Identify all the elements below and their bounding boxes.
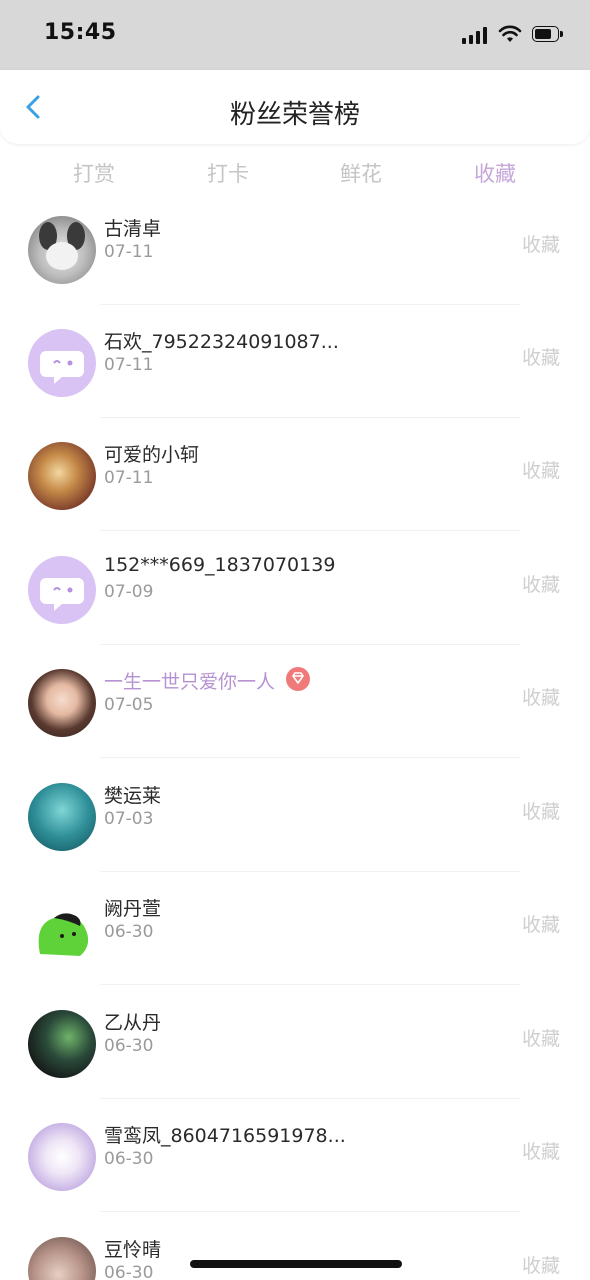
favorite-label: 收藏	[521, 1028, 560, 1050]
favorite-label: 收藏	[521, 914, 560, 936]
tab-reward[interactable]: 打赏	[34, 158, 154, 188]
avatar[interactable]	[28, 896, 96, 964]
user-name: 乙从丹	[104, 1012, 162, 1034]
avatar[interactable]	[28, 669, 96, 737]
list-item[interactable]: 乙从丹 06-30 收藏	[0, 986, 590, 1099]
divider	[100, 757, 520, 758]
cellular-signal-icon	[462, 26, 488, 44]
chat-bubble-icon	[40, 351, 84, 384]
list-item[interactable]: 雪鸾凤_8604716591978... 06-30 收藏	[0, 1099, 590, 1212]
tab-checkin[interactable]: 打卡	[168, 158, 288, 188]
list-item[interactable]: 古清卓 07-11 收藏	[0, 200, 590, 305]
fan-list: 古清卓 07-11 收藏 石欢_79522324091087... 07-11 …	[0, 200, 590, 1280]
avatar[interactable]	[28, 1237, 96, 1280]
avatar[interactable]	[28, 1123, 96, 1191]
list-item[interactable]: 152***669_1837070139 07-09 收藏	[0, 532, 590, 645]
divider	[100, 530, 520, 531]
home-indicator[interactable]	[190, 1260, 402, 1268]
favorite-label: 收藏	[521, 234, 560, 256]
tab-bar: 打赏 打卡 鲜花 收藏	[0, 150, 590, 200]
date-label: 07-03	[104, 809, 154, 829]
user-name: 石欢_79522324091087...	[104, 331, 339, 353]
favorite-label: 收藏	[521, 347, 560, 369]
favorite-label: 收藏	[521, 1141, 560, 1163]
user-name: 可爱的小轲	[104, 444, 200, 466]
date-label: 06-30	[104, 922, 154, 942]
date-label: 06-30	[104, 1149, 154, 1169]
tab-favorites[interactable]: 收藏	[435, 158, 555, 188]
status-bar: 15:45	[0, 0, 590, 70]
user-name: 樊运莱	[104, 785, 162, 807]
user-name: 豆怜晴	[104, 1239, 162, 1261]
date-label: 06-30	[104, 1036, 154, 1056]
user-name: 一生一世只爱你一人	[104, 671, 276, 693]
favorite-label: 收藏	[521, 801, 560, 823]
favorite-label: 收藏	[521, 687, 560, 709]
date-label: 07-05	[104, 695, 154, 715]
date-label: 07-11	[104, 242, 154, 262]
list-item[interactable]: 豆怜晴 06-30 收藏	[0, 1213, 590, 1280]
favorite-label: 收藏	[521, 1255, 560, 1277]
list-item[interactable]: 可爱的小轲 07-11 收藏	[0, 418, 590, 531]
user-name: 阙丹萱	[104, 898, 162, 920]
date-label: 07-11	[104, 468, 154, 488]
status-time: 15:45	[44, 20, 117, 45]
divider	[100, 1211, 520, 1212]
vip-diamond-badge	[286, 667, 310, 691]
user-name: 古清卓	[104, 218, 162, 240]
date-label: 07-11	[104, 355, 154, 375]
favorite-label: 收藏	[521, 574, 560, 596]
list-item[interactable]: 樊运莱 07-03 收藏	[0, 759, 590, 872]
page-title: 粉丝荣誉榜	[229, 100, 360, 130]
date-label: 06-30	[104, 1263, 154, 1280]
tab-flowers[interactable]: 鲜花	[301, 158, 421, 188]
user-name: 152***669_1837070139	[104, 554, 336, 576]
list-item[interactable]: 石欢_79522324091087... 07-11 收藏	[0, 305, 590, 418]
nav-bar: 粉丝荣誉榜	[0, 70, 590, 144]
avatar[interactable]	[28, 556, 96, 624]
avatar[interactable]	[28, 329, 96, 397]
list-item[interactable]: 一生一世只爱你一人 07-05 收藏	[0, 645, 590, 758]
diamond-icon	[292, 672, 304, 684]
avatar[interactable]	[28, 216, 96, 284]
avatar[interactable]	[28, 783, 96, 851]
chat-bubble-icon	[40, 578, 84, 611]
divider	[100, 984, 520, 985]
favorite-label: 收藏	[521, 460, 560, 482]
avatar[interactable]	[28, 442, 96, 510]
date-label: 07-09	[104, 582, 154, 602]
avatar[interactable]	[28, 1010, 96, 1078]
list-item[interactable]: 阙丹萱 06-30 收藏	[0, 872, 590, 985]
user-name: 雪鸾凤_8604716591978...	[104, 1125, 346, 1147]
battery-icon	[532, 26, 566, 44]
wifi-icon	[498, 25, 522, 42]
